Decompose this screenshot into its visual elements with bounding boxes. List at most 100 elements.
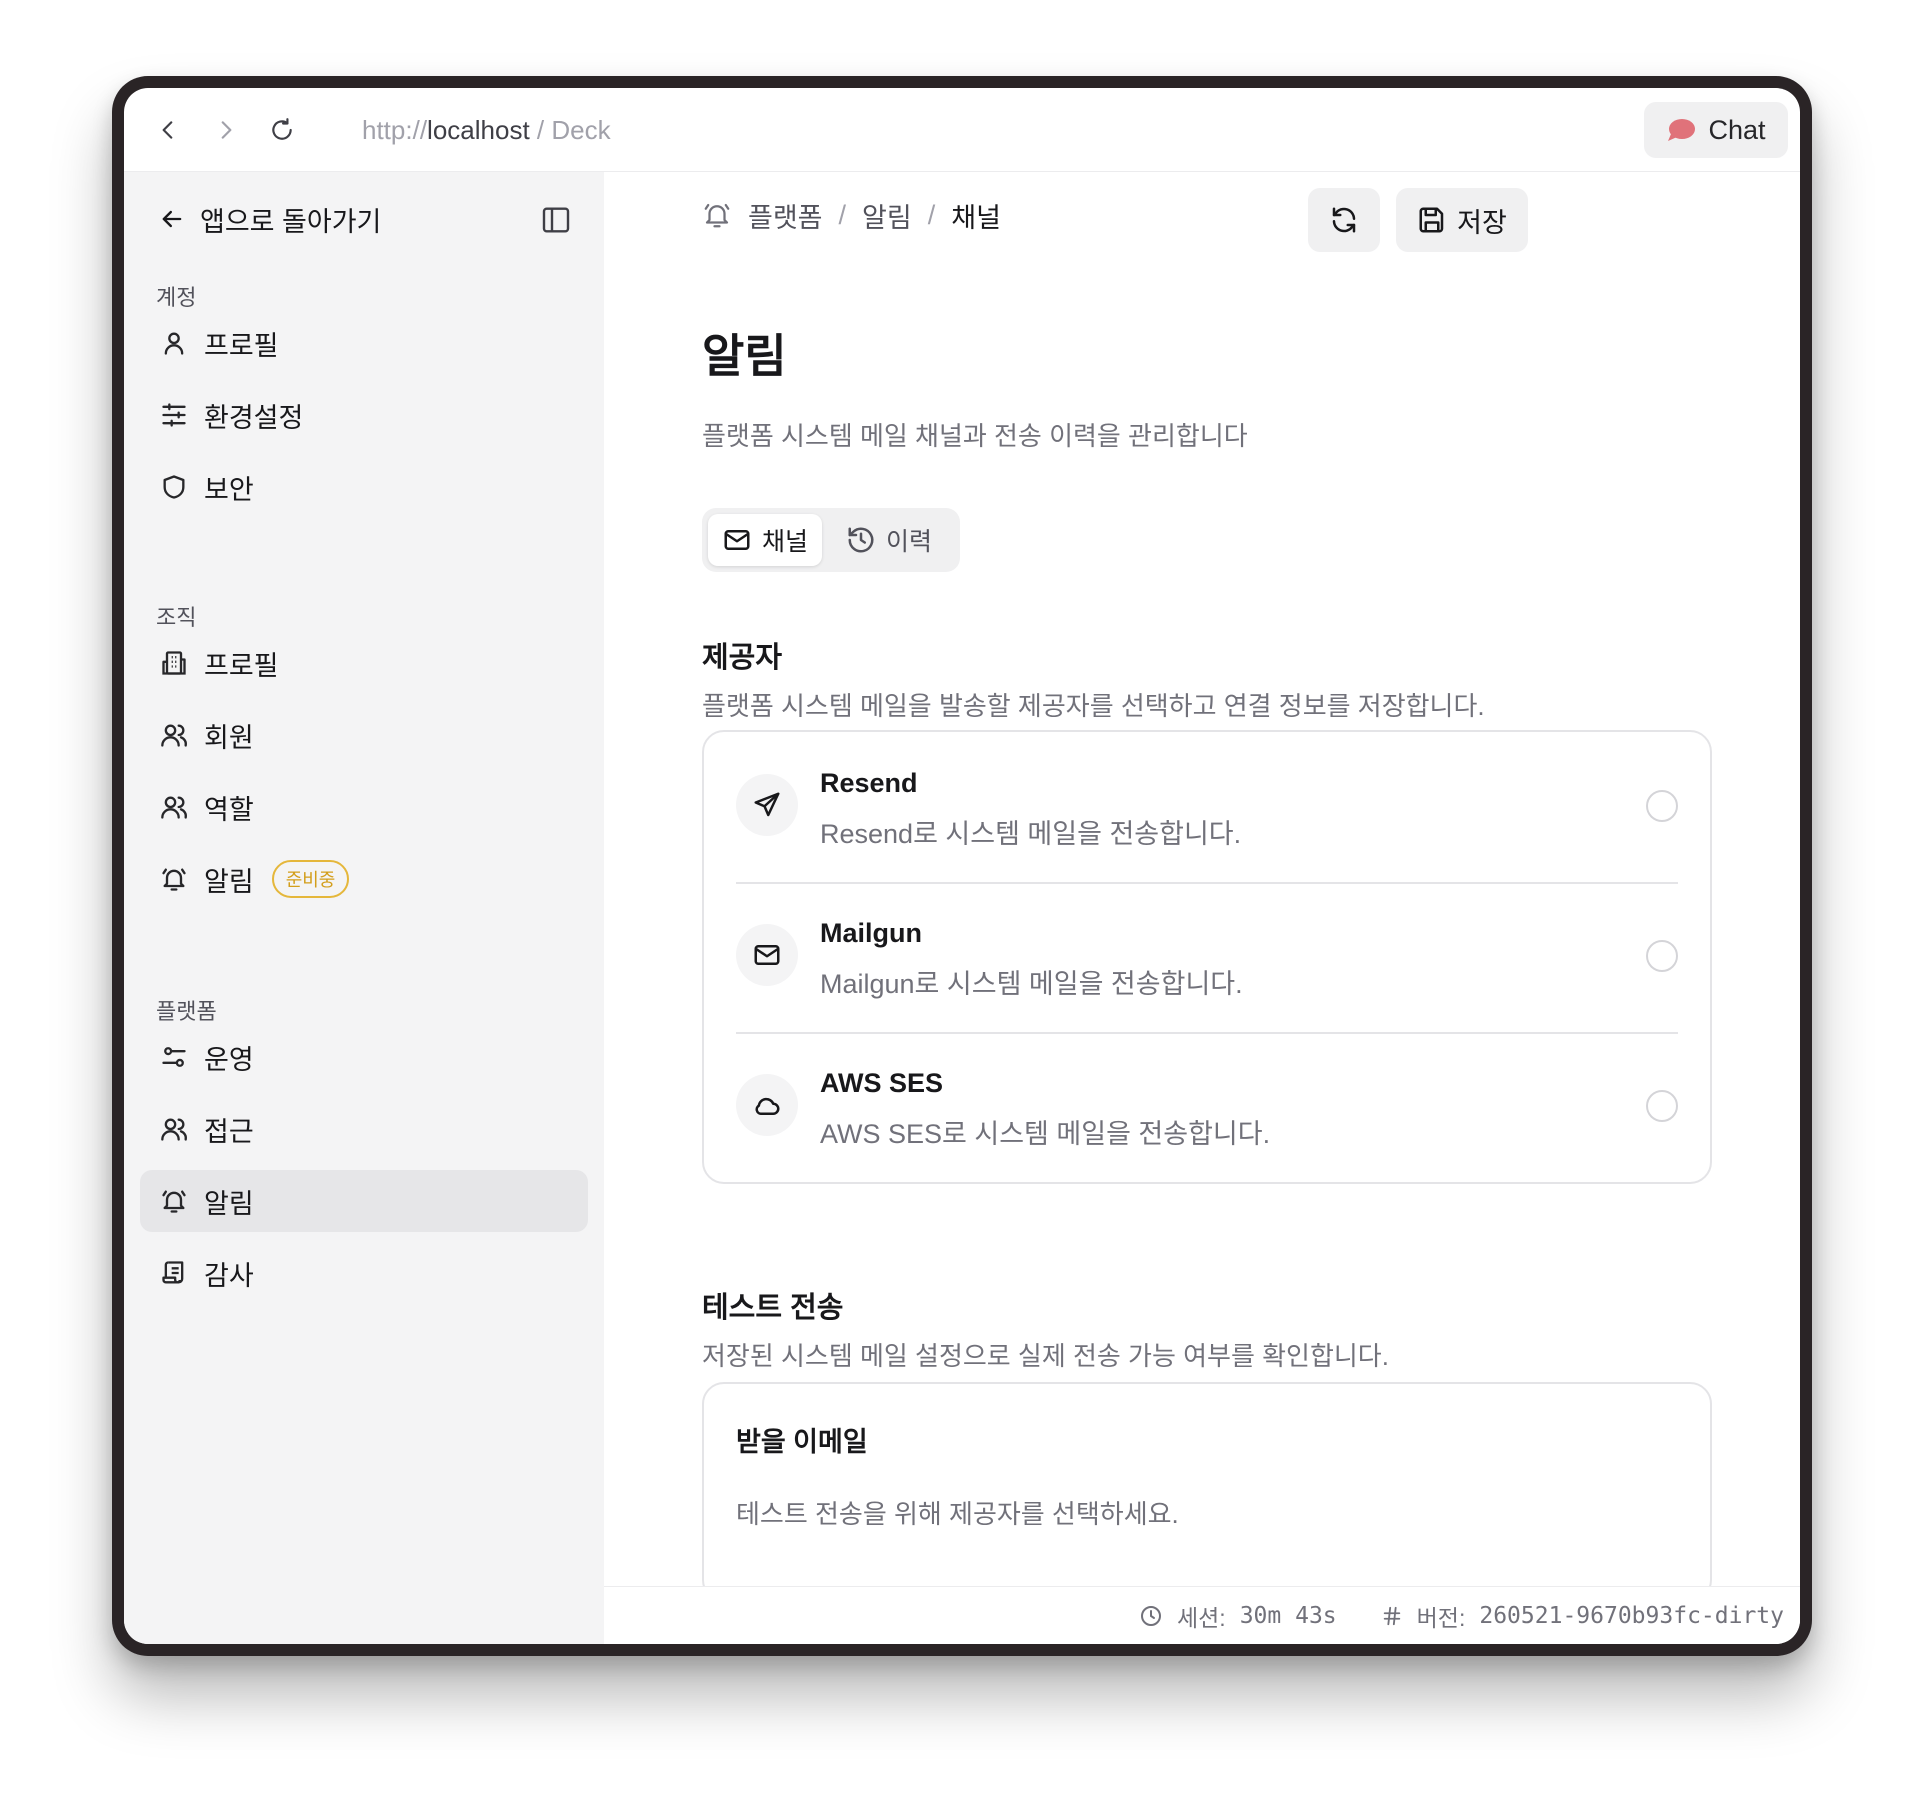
provider-radio[interactable] [1646,790,1678,822]
sidebar-item-label: 알림 [204,1188,254,1219]
chat-label: Chat [1708,114,1766,145]
breadcrumb-separator: / [838,199,847,230]
breadcrumb-separator: / [927,199,936,230]
url-suffix: / Deck [529,115,611,145]
sidebar-item-label: 운영 [204,1044,254,1075]
sidebar-item-platform-notifications[interactable]: 알림 [140,1170,588,1232]
provider-option-aws-ses[interactable]: AWS SES AWS SES로 시스템 메일을 전송합니다. [736,1032,1678,1182]
session-label: 세션: [1176,1605,1226,1631]
test-send-description: 저장된 시스템 메일 설정으로 실제 전송 가능 여부를 확인합니다. [702,1341,1389,1371]
clock-icon [1140,1606,1161,1626]
sidebar-item-account-profile[interactable]: 프로필 [140,312,588,374]
sidebar-item-operations[interactable]: 운영 [140,1026,588,1088]
reload-icon[interactable] [264,112,300,148]
chat-bubble-icon [1668,119,1696,141]
footer-info: 세션: 30m 43s 버전: 260521-9670b93fc-dirty [1139,1597,1784,1635]
provider-option-mailgun[interactable]: Mailgun Mailgun로 시스템 메일을 전송합니다. [736,882,1678,1032]
page-description: 플랫폼 시스템 메일 채널과 전송 이력을 관리합니다 [702,421,1248,451]
user-icon [158,327,190,359]
provider-radio[interactable] [1646,940,1678,972]
save-label: 저장 [1457,207,1507,238]
scroll-icon [158,1257,190,1289]
tab-label: 이력 [886,528,933,556]
users-icon [158,1113,190,1145]
sidebar-item-label: 감사 [204,1260,254,1291]
provider-radio[interactable] [1646,1090,1678,1122]
hash-icon [1383,1606,1400,1626]
sidebar-item-access[interactable]: 접근 [140,1098,588,1160]
sidebar-item-audit[interactable]: 감사 [140,1242,588,1304]
main-content: 플랫폼 / 알림 / 채널 저장 알림 플랫폼 시스템 메일 채널과 전송 이력… [604,172,1800,1644]
session-value: 30m 43s [1239,1603,1337,1629]
provider-name: Resend [820,768,918,798]
version-label: 버전: [1416,1605,1466,1631]
page-title: 알림 [702,330,787,382]
sidebar-item-label: 프로필 [204,650,279,681]
provider-description: Resend로 시스템 메일을 전송합니다. [820,819,1242,849]
send-icon [736,774,798,836]
users-icon [158,719,190,751]
history-icon [848,527,874,553]
back-to-app-link[interactable]: 앱으로 돌아가기 [158,198,381,240]
url-scheme: http:// [362,115,428,145]
browser-window: http://localhost / Deck Chat 앱으로 돌아가기 계정… [124,88,1800,1644]
provider-name: Mailgun [820,918,922,948]
sidebar: 앱으로 돌아가기 계정 프로필 환경설정 보안 조직 프로필 회원 역할 알림 … [124,172,604,1644]
refresh-button[interactable] [1308,188,1380,252]
provider-name: AWS SES [820,1068,944,1098]
version-value: 260521-9670b93fc-dirty [1479,1603,1784,1629]
breadcrumb: 플랫폼 / 알림 / 채널 [702,194,1001,236]
section-label-org: 조직 [156,605,197,630]
provider-list: Resend Resend로 시스템 메일을 전송합니다. Mailgun Ma… [702,730,1712,1184]
recipient-email-label: 받을 이메일 [736,1427,868,1457]
screenshot-stage: http://localhost / Deck Chat 앱으로 돌아가기 계정… [0,0,1924,1804]
sidebar-item-roles[interactable]: 역할 [140,776,588,838]
building-icon [158,647,190,679]
sidebar-item-preferences[interactable]: 환경설정 [140,384,588,446]
tab-history[interactable]: 이력 [832,514,946,566]
sidebar-item-members[interactable]: 회원 [140,704,588,766]
bell-ring-icon [158,1185,190,1217]
sidebar-item-label: 역할 [204,794,254,825]
providers-description: 플랫폼 시스템 메일을 발송할 제공자를 선택하고 연결 정보를 저장합니다. [702,691,1485,721]
forward-arrow-icon[interactable] [208,112,244,148]
shield-icon [158,471,190,503]
back-arrow-icon[interactable] [150,112,186,148]
users-icon [158,791,190,823]
arrow-left-icon [162,210,182,228]
cloud-icon [736,1074,798,1136]
address-bar[interactable]: http://localhost / Deck [362,112,611,148]
chat-button[interactable]: Chat [1644,102,1788,158]
sidebar-item-label: 접근 [204,1116,254,1147]
device-frame: http://localhost / Deck Chat 앱으로 돌아가기 계정… [112,76,1812,1656]
provider-description: AWS SES로 시스템 메일을 전송합니다. [820,1119,1271,1149]
sidebar-item-org-profile[interactable]: 프로필 [140,632,588,694]
breadcrumb-current: 채널 [951,202,1001,233]
back-label: 앱으로 돌아가기 [200,206,382,237]
sidebar-item-security[interactable]: 보안 [140,456,588,518]
refresh-icon [1332,207,1356,233]
url-host: localhost [427,115,530,145]
tab-list: 채널 이력 [702,508,960,572]
breadcrumb-item[interactable]: 플랫폼 [748,196,823,235]
status-footer: 세션: 30m 43s 버전: 260521-9670b93fc-dirty [604,1586,1800,1644]
sliders-icon [158,399,190,431]
sidebar-item-label: 보안 [204,474,254,505]
tab-channel[interactable]: 채널 [708,514,823,566]
status-badge: 준비중 [271,860,350,898]
sidebar-item-org-notifications[interactable]: 알림 준비중 [140,848,588,910]
test-send-heading: 테스트 전송 [702,1292,844,1324]
recipient-email-hint: 테스트 전송을 위해 제공자를 선택하세요. [736,1499,1179,1529]
sidebar-toggle-icon[interactable] [540,204,572,236]
floppy-disk-icon [1419,207,1444,233]
sidebar-item-label: 프로필 [204,330,279,361]
test-send-card: 받을 이메일 테스트 전송을 위해 제공자를 선택하세요. [702,1382,1712,1602]
provider-option-resend[interactable]: Resend Resend로 시스템 메일을 전송합니다. [736,732,1678,882]
mail-icon [736,924,798,986]
mail-icon [724,530,750,550]
save-button[interactable]: 저장 [1396,188,1528,252]
sidebar-item-label: 회원 [204,722,254,753]
breadcrumb-item[interactable]: 알림 [862,196,912,235]
sidebar-item-label: 환경설정 [204,402,304,433]
bell-ring-icon [704,203,730,228]
